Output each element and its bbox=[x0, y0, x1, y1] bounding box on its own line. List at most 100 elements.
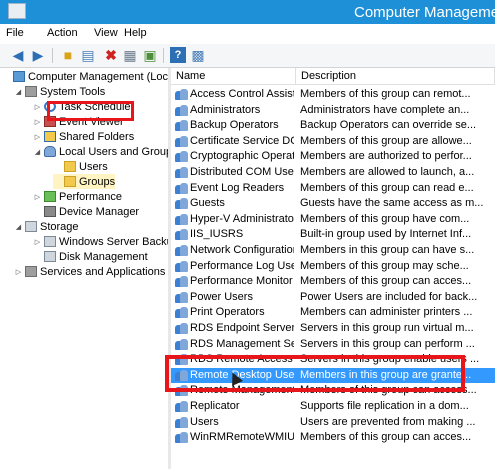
table-row[interactable]: WinRMRemoteWMIU... Members of this group … bbox=[171, 430, 495, 445]
table-row[interactable]: Backup Operators Backup Operators can ove… bbox=[171, 118, 495, 133]
collapse-arrow-icon[interactable]: ◢ bbox=[14, 223, 23, 231]
table-row[interactable]: Replicator Supports file replication in a… bbox=[171, 399, 495, 414]
help-icon[interactable]: ? bbox=[170, 47, 186, 63]
table-row[interactable]: Hyper-V Administrators Members of this gr… bbox=[171, 212, 495, 227]
row-name: Users bbox=[190, 415, 219, 428]
tree-item-shared-folders[interactable]: ▷ Shared Folders bbox=[33, 129, 134, 144]
expand-arrow-icon[interactable]: ▷ bbox=[33, 133, 42, 141]
export-icon[interactable]: ▣ bbox=[142, 47, 158, 63]
row-name: Administrators bbox=[190, 103, 261, 116]
tree-item-system-tools[interactable]: ◢ System Tools bbox=[14, 84, 105, 99]
group-icon bbox=[175, 260, 188, 272]
table-row[interactable]: RDS Management Ser... Servers in this gro… bbox=[171, 337, 495, 352]
device-manager-icon bbox=[44, 206, 56, 217]
row-name: Hyper-V Administrators bbox=[190, 212, 294, 225]
table-row[interactable]: Access Control Assist... Members of this … bbox=[171, 87, 495, 102]
group-icon bbox=[175, 338, 188, 350]
table-row[interactable]: Guests Guests have the same access as m..… bbox=[171, 196, 495, 211]
menu-action[interactable]: Action bbox=[47, 27, 78, 39]
row-description: Members are allowed to launch, a... bbox=[300, 166, 475, 178]
table-row[interactable]: Performance Log Users Members of this gro… bbox=[171, 259, 495, 274]
table-row[interactable]: Users Users are prevented from making ... bbox=[171, 415, 495, 430]
delete-icon[interactable]: ✖ bbox=[103, 47, 119, 63]
row-description: Servers in this group can perform ... bbox=[300, 337, 475, 350]
collapse-arrow-icon[interactable]: ◢ bbox=[14, 88, 23, 96]
row-description: Built-in group used by Internet Inf... bbox=[300, 228, 472, 241]
table-row[interactable]: Performance Monitor ... Members of this g… bbox=[171, 274, 495, 289]
row-description: Backup Operators can override se... bbox=[300, 119, 477, 132]
tree-item-performance[interactable]: ▷ Performance bbox=[33, 189, 122, 204]
group-icon bbox=[175, 151, 188, 163]
title-bar: Computer Management bbox=[0, 0, 495, 24]
tree-item-disk-management[interactable]: Disk Management bbox=[33, 249, 148, 264]
group-icon bbox=[175, 416, 188, 428]
group-icon bbox=[175, 135, 188, 147]
back-icon[interactable]: ◀ bbox=[10, 47, 26, 63]
table-row[interactable]: Print Operators Members can administer pr… bbox=[171, 305, 495, 320]
row-description: Servers in this group run virtual m... bbox=[300, 322, 474, 334]
expand-arrow-icon[interactable]: ▷ bbox=[33, 193, 42, 201]
tree-item-services-apps[interactable]: ▷ Services and Applications bbox=[14, 264, 166, 279]
row-description: Guests have the same access as m... bbox=[300, 197, 484, 210]
row-description: Power Users are included for back... bbox=[300, 290, 478, 303]
row-description: Members are authorized to perfor... bbox=[300, 150, 472, 163]
expand-arrow-icon[interactable]: ▷ bbox=[33, 118, 42, 126]
row-description: Supports file replication in a dom... bbox=[300, 400, 469, 412]
group-icon bbox=[175, 89, 188, 100]
tree-item-device-manager[interactable]: Device Manager bbox=[33, 204, 139, 219]
group-icon bbox=[175, 182, 188, 194]
properties-icon[interactable]: ▦ bbox=[122, 47, 138, 63]
table-row[interactable]: Administrators Administrators have comple… bbox=[171, 103, 495, 118]
menu-file[interactable]: File bbox=[6, 27, 24, 39]
row-name: Power Users bbox=[190, 290, 253, 303]
group-icon bbox=[175, 245, 188, 256]
group-icon bbox=[175, 167, 188, 178]
folder-icon bbox=[64, 161, 76, 172]
group-icon bbox=[175, 401, 188, 412]
row-description: Members can administer printers ... bbox=[300, 306, 473, 319]
table-row[interactable]: Network Configuration... Members in this … bbox=[171, 243, 495, 258]
up-folder-icon[interactable]: ■ bbox=[60, 47, 76, 63]
table-row[interactable]: Certificate Service DC... Members of this… bbox=[171, 134, 495, 149]
row-name: Certificate Service DC... bbox=[190, 134, 294, 147]
group-icon bbox=[175, 276, 188, 288]
column-header-description[interactable]: Description bbox=[296, 68, 495, 85]
expand-arrow-icon[interactable]: ▷ bbox=[14, 268, 23, 276]
menu-view[interactable]: View bbox=[94, 27, 118, 39]
collapse-arrow-icon[interactable]: ◢ bbox=[33, 148, 42, 156]
toolbar-separator bbox=[163, 48, 164, 63]
shared-folder-icon bbox=[44, 131, 56, 142]
tree-item-computer-management[interactable]: Computer Management (Local bbox=[2, 69, 168, 84]
table-row[interactable]: Cryptographic Operat... Members are autho… bbox=[171, 149, 495, 164]
tree-item-groups[interactable]: Groups bbox=[53, 174, 116, 189]
column-header-name[interactable]: Name bbox=[171, 68, 296, 85]
tree-item-windows-server-backup[interactable]: ▷ Windows Server Backup bbox=[33, 234, 168, 249]
group-icon bbox=[175, 323, 188, 334]
groups-annotation-box bbox=[47, 101, 134, 121]
menu-bar: File Action View Help bbox=[0, 24, 495, 45]
show-hide-tree-icon[interactable]: ▤ bbox=[80, 47, 96, 63]
computer-management-icon bbox=[8, 3, 26, 19]
table-row[interactable]: IIS_IUSRS Built-in group used by Internet… bbox=[171, 227, 495, 242]
computer-icon bbox=[13, 71, 25, 82]
table-row[interactable]: Event Log Readers Members of this group c… bbox=[171, 181, 495, 196]
row-name: WinRMRemoteWMIU... bbox=[190, 431, 294, 444]
tree-item-users[interactable]: Users bbox=[53, 159, 108, 174]
table-row[interactable]: RDS Endpoint Servers Servers in this grou… bbox=[171, 321, 495, 336]
expand-arrow-icon[interactable]: ▷ bbox=[33, 238, 42, 246]
disk-icon bbox=[44, 251, 56, 262]
console-tree[interactable]: Computer Management (Local ◢ System Tool… bbox=[0, 68, 169, 469]
tree-item-storage[interactable]: ◢ Storage bbox=[14, 219, 79, 234]
row-name: Network Configuration... bbox=[190, 244, 294, 256]
group-icon bbox=[175, 432, 188, 444]
group-icon bbox=[175, 104, 188, 116]
group-list: Name Description Access Control Assist..… bbox=[171, 68, 495, 469]
mmc-icon[interactable]: ▩ bbox=[190, 47, 206, 63]
menu-help[interactable]: Help bbox=[124, 27, 147, 39]
table-row[interactable]: Power Users Power Users are included for … bbox=[171, 290, 495, 305]
expand-arrow-icon[interactable]: ▷ bbox=[33, 103, 42, 111]
table-row[interactable]: Distributed COM Users Members are allowed… bbox=[171, 165, 495, 180]
tree-item-local-users-groups[interactable]: ◢ Local Users and Groups bbox=[33, 144, 168, 159]
row-name: Replicator bbox=[190, 400, 240, 412]
forward-icon[interactable]: ▶ bbox=[30, 47, 46, 63]
